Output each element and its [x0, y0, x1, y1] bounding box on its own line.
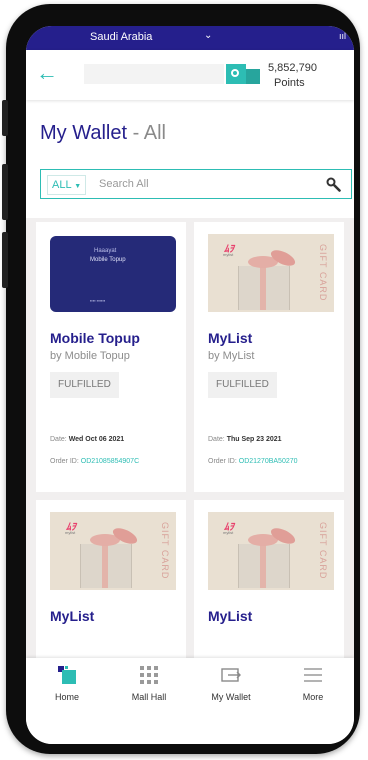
- points-display[interactable]: 5,852,790 Points: [268, 61, 317, 91]
- power-button: [2, 232, 8, 288]
- order-id-label: Order ID:: [50, 458, 79, 465]
- status-badge: FULFILLED: [50, 372, 119, 398]
- back-arrow-icon[interactable]: ←: [36, 60, 58, 86]
- filter-dropdown[interactable]: ALL ▼: [47, 175, 87, 195]
- ribbon-shape: [102, 542, 108, 588]
- card-title: Mobile Topup: [50, 330, 140, 346]
- chevron-down-icon[interactable]: ⌄: [204, 30, 212, 41]
- page-title-subtitle: All: [143, 122, 166, 144]
- nav-more[interactable]: More: [272, 658, 354, 714]
- card-vendor: by MyList: [208, 350, 255, 362]
- page-title: My Wallet - All: [40, 122, 166, 145]
- country-selector[interactable]: Saudi Arabia: [90, 31, 152, 43]
- wallet-icon: [221, 668, 241, 682]
- card-image: ﾑｦ mylist GIFT CARD: [194, 500, 344, 598]
- order-id-link[interactable]: OD21270BA50270: [239, 458, 298, 465]
- card-image-brand: Haaayat: [94, 248, 117, 254]
- gift-card-text: GIFT CARD: [318, 522, 328, 580]
- gift-card-image: ﾑｦ mylist GIFT CARD: [50, 512, 176, 590]
- search-icon[interactable]: [325, 176, 341, 192]
- wallet-grid: Haaayat Mobile Topup ▪▪▪▪ ▪▪▪▪▪▪ Mobile …: [26, 218, 354, 658]
- card-image-title: Mobile Topup: [90, 257, 126, 263]
- card-image: ﾑｦ mylist GIFT CARD: [36, 500, 186, 598]
- points-wallet-icon[interactable]: [226, 64, 262, 84]
- wallet-card[interactable]: Haaayat Mobile Topup ▪▪▪▪ ▪▪▪▪▪▪ Mobile …: [36, 222, 186, 492]
- card-date: Date: Wed Oct 06 2021: [50, 436, 124, 443]
- card-vendor: by Mobile Topup: [50, 350, 130, 362]
- mylist-logo-sub: mylist: [65, 530, 76, 535]
- gift-card-image: ﾑｦ mylist GIFT CARD: [208, 234, 334, 312]
- wallet-card[interactable]: ﾑｦ mylist GIFT CARD MyList by MyList FUL…: [194, 222, 344, 492]
- ribbon-shape: [260, 542, 266, 588]
- wallet-card[interactable]: ﾑｦ mylist GIFT CARD MyList: [194, 500, 344, 658]
- card-image: Haaayat Mobile Topup ▪▪▪▪ ▪▪▪▪▪▪: [36, 222, 186, 320]
- nav-mall-hall[interactable]: Mall Hall: [108, 658, 190, 714]
- top-bar: ← 5,852,790 Points: [26, 50, 354, 100]
- bottom-nav: Home Mall Hall My Wallet More: [26, 658, 354, 714]
- status-bar: Saudi Arabia ⌄ ııl: [26, 26, 354, 50]
- volume-up-button: [2, 100, 8, 136]
- gift-card-image: ﾑｦ mylist GIFT CARD: [208, 512, 334, 590]
- mobile-topup-image: Haaayat Mobile Topup ▪▪▪▪ ▪▪▪▪▪▪: [50, 236, 176, 312]
- grid-icon: [140, 666, 158, 684]
- signal-icon: ııl: [338, 31, 346, 41]
- gift-card-text: GIFT CARD: [160, 522, 170, 580]
- volume-down-button: [2, 164, 8, 220]
- phone-frame: Saudi Arabia ⌄ ııl ← 5,852,790 Points My…: [2, 4, 360, 754]
- card-image-fineprint: ▪▪▪▪ ▪▪▪▪▪▪: [90, 298, 106, 303]
- card-title: MyList: [50, 608, 95, 624]
- filter-label: ALL: [52, 179, 72, 191]
- mylist-logo-sub: mylist: [223, 252, 234, 257]
- home-logo-icon: [58, 666, 76, 684]
- nav-my-wallet-label: My Wallet: [211, 692, 251, 702]
- card-date: Date: Thu Sep 23 2021: [208, 436, 282, 443]
- caret-down-icon: ▼: [74, 183, 82, 190]
- gift-card-text: GIFT CARD: [318, 244, 328, 302]
- date-value: Wed Oct 06 2021: [68, 436, 125, 443]
- screen: Saudi Arabia ⌄ ııl ← 5,852,790 Points My…: [26, 26, 354, 744]
- header-placeholder: [84, 64, 224, 84]
- nav-mall-hall-label: Mall Hall: [131, 692, 167, 702]
- nav-more-label: More: [302, 692, 324, 702]
- wallet-card[interactable]: ﾑｦ mylist GIFT CARD MyList: [36, 500, 186, 658]
- home-indicator-area: [26, 714, 354, 744]
- date-label: Date:: [208, 436, 225, 443]
- search-bar: ALL ▼: [40, 169, 352, 199]
- page-title-main: My Wallet: [40, 122, 128, 144]
- page-title-separator: -: [132, 122, 140, 144]
- mylist-logo-sub: mylist: [223, 530, 234, 535]
- order-id-link[interactable]: OD21085854907C: [81, 458, 139, 465]
- date-label: Date:: [50, 436, 67, 443]
- status-badge: FULFILLED: [208, 372, 277, 398]
- nav-my-wallet[interactable]: My Wallet: [190, 658, 272, 714]
- order-id-label: Order ID:: [208, 458, 237, 465]
- card-title: MyList: [208, 330, 253, 346]
- card-image: ﾑｦ mylist GIFT CARD: [194, 222, 344, 320]
- points-label: Points: [274, 77, 305, 89]
- date-value: Thu Sep 23 2021: [226, 436, 282, 443]
- card-title: MyList: [208, 608, 253, 624]
- ribbon-shape: [260, 264, 266, 310]
- card-order-id: Order ID: OD21270BA50270: [208, 458, 298, 465]
- hamburger-icon: [304, 668, 322, 682]
- points-value: 5,852,790: [268, 62, 317, 74]
- nav-home[interactable]: Home: [26, 658, 108, 714]
- nav-home-label: Home: [54, 692, 79, 702]
- card-order-id: Order ID: OD21085854907C: [50, 458, 139, 465]
- search-input[interactable]: [99, 174, 309, 194]
